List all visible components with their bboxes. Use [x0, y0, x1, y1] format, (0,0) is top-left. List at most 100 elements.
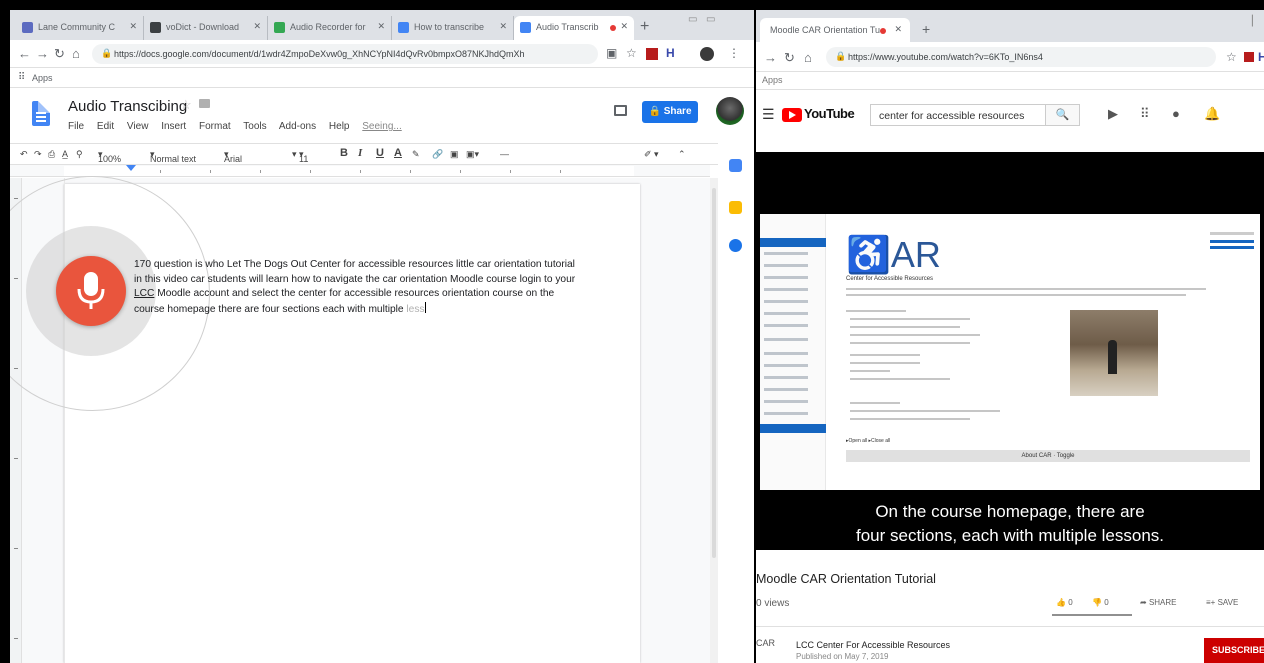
comment-add-icon[interactable]: ▣	[450, 149, 459, 160]
image-icon[interactable]: ▣▾	[466, 149, 479, 160]
tab-youtube-video[interactable]: Moodle CAR Orientation Tu ✕	[760, 18, 910, 42]
tab-audio-recorder[interactable]: Audio Recorder for ✕	[268, 16, 392, 40]
font-size-select[interactable]: ▾ 11 ▾	[292, 149, 308, 164]
profile-icon[interactable]	[700, 47, 714, 61]
text-color-button[interactable]: A	[394, 147, 402, 159]
window-control-icon[interactable]: ▏	[1252, 16, 1260, 27]
menu-kebab-icon[interactable]: ⋮	[728, 46, 740, 60]
subscribe-button[interactable]: SUBSCRIBE	[1204, 638, 1264, 663]
folder-icon[interactable]	[199, 99, 210, 108]
forward-icon[interactable]: →	[764, 50, 777, 65]
docs-favicon-icon	[520, 22, 531, 33]
hamburger-menu-icon[interactable]: ☰	[762, 106, 775, 123]
create-video-icon[interactable]: ▶	[1108, 106, 1118, 122]
comments-icon[interactable]	[614, 105, 627, 116]
style-select[interactable]: Normal text ▾	[150, 149, 196, 164]
indent-marker-icon[interactable]	[126, 165, 136, 171]
share-button[interactable]: ➦ SHARE	[1140, 598, 1177, 607]
tab-how-to-transcribe[interactable]: How to transcribe ✕	[392, 16, 514, 40]
youtube-logo-text[interactable]: YouTube	[804, 106, 855, 121]
italic-button[interactable]: I	[358, 147, 362, 159]
bookmark-star-icon[interactable]: ☆	[1226, 50, 1237, 64]
reload-icon[interactable]: ↻	[784, 50, 795, 66]
link-icon[interactable]: 🔗	[432, 149, 443, 160]
apps-bookmark[interactable]: Apps	[32, 73, 53, 83]
back-icon[interactable]: ←	[18, 46, 31, 61]
menu-insert[interactable]: Insert	[161, 121, 186, 132]
document-text[interactable]: 170 question is who Let The Dogs Out Cen…	[134, 258, 584, 317]
bookmark-star-icon[interactable]: ☆	[626, 46, 637, 60]
home-icon[interactable]: ⌂	[72, 46, 80, 61]
tab-audio-transcribing[interactable]: Audio Transcrib ✕	[514, 16, 634, 40]
apps-grid-icon[interactable]: ⠿	[1140, 106, 1150, 122]
close-icon[interactable]: ✕	[129, 21, 137, 32]
calendar-icon[interactable]	[729, 159, 742, 172]
zoom-select[interactable]: 100% ▾	[98, 149, 121, 164]
tab-vodict[interactable]: voDict - Download ✕	[144, 16, 268, 40]
highlight-icon[interactable]: ✎	[412, 149, 420, 160]
document-title[interactable]: Audio Transcibing	[68, 98, 187, 115]
minimize-icon[interactable]: ▭	[688, 14, 697, 25]
menu-file[interactable]: File	[68, 121, 84, 132]
menu-edit[interactable]: Edit	[97, 121, 114, 132]
home-icon[interactable]: ⌂	[804, 50, 812, 65]
underline-button[interactable]: U	[376, 147, 384, 159]
address-bar[interactable]: 🔒 https://www.youtube.com/watch?v=6KTo_I…	[826, 47, 1216, 67]
cast-icon[interactable]: ▣	[606, 46, 617, 60]
redo-icon[interactable]: ↷	[34, 149, 42, 160]
collapse-toolbar-icon[interactable]: ⌃	[678, 149, 686, 160]
menu-addons[interactable]: Add-ons	[279, 121, 316, 132]
save-button[interactable]: ≡+ SAVE	[1206, 598, 1238, 607]
spellcheck-icon[interactable]: A̲	[62, 149, 68, 159]
undo-icon[interactable]: ↶	[20, 149, 28, 160]
search-input[interactable]: center for accessible resources	[870, 104, 1046, 126]
like-button[interactable]: 👍 0	[1056, 598, 1073, 607]
menu-view[interactable]: View	[127, 121, 149, 132]
close-icon[interactable]: ✕	[499, 21, 507, 32]
youtube-logo-icon[interactable]	[782, 108, 802, 122]
editing-mode-icon[interactable]: ✐ ▾	[644, 149, 659, 160]
new-tab-button[interactable]: +	[640, 18, 649, 36]
voice-typing-button[interactable]	[56, 256, 126, 326]
browser-toolbar: → ↻ ⌂ 🔒 https://www.youtube.com/watch?v=…	[756, 42, 1264, 72]
restore-icon[interactable]: ▭	[706, 14, 715, 25]
extension-h-icon[interactable]: H	[1258, 50, 1264, 64]
apps-bookmark[interactable]: Apps	[762, 75, 783, 85]
docs-logo-icon[interactable]	[32, 101, 50, 126]
reload-icon[interactable]: ↻	[54, 46, 65, 62]
close-icon[interactable]: ✕	[620, 21, 628, 32]
keep-icon[interactable]	[729, 201, 742, 214]
last-edit-status[interactable]: Seeing...	[362, 121, 401, 132]
tab-lane-community[interactable]: Lane Community C ✕	[16, 16, 144, 40]
menu-help[interactable]: Help	[329, 121, 350, 132]
messages-icon[interactable]: ●	[1172, 106, 1180, 121]
new-tab-button[interactable]: +	[922, 21, 930, 37]
forward-icon[interactable]: →	[36, 46, 49, 61]
extension-red-icon[interactable]	[1244, 52, 1254, 62]
extension-h-icon[interactable]: H	[666, 46, 675, 60]
menu-tools[interactable]: Tools	[243, 121, 266, 132]
print-icon[interactable]: ⎙	[48, 149, 55, 160]
share-button[interactable]: 🔒 Share	[642, 101, 698, 123]
document-scrollbar[interactable]	[710, 178, 718, 663]
bold-button[interactable]: B	[340, 147, 348, 159]
menu-format[interactable]: Format	[199, 121, 231, 132]
search-button[interactable]: 🔍	[1046, 104, 1080, 126]
extension-red-icon[interactable]	[646, 48, 658, 60]
avatar[interactable]	[716, 97, 744, 125]
docs-menu-bar: File Edit View Insert Format Tools Add-o…	[68, 121, 412, 132]
paint-format-icon[interactable]: ⚲	[76, 149, 83, 160]
apps-grid-icon[interactable]: ⠿	[18, 72, 25, 83]
channel-avatar[interactable]: CAR	[756, 638, 775, 648]
address-bar[interactable]: 🔒 https://docs.google.com/document/d/1wd…	[92, 44, 598, 64]
notifications-bell-icon[interactable]: 🔔	[1204, 106, 1220, 122]
video-player[interactable]: ♿AR Center for Accessible Resources ▸Ope…	[756, 152, 1264, 550]
close-icon[interactable]: ✕	[894, 24, 902, 35]
close-icon[interactable]: ✕	[377, 21, 385, 32]
channel-name[interactable]: LCC Center For Accessible Resources	[796, 640, 950, 650]
dislike-button[interactable]: 👎 0	[1092, 598, 1109, 607]
close-icon[interactable]: ✕	[253, 21, 261, 32]
star-icon[interactable]: ☆	[180, 97, 192, 113]
tasks-icon[interactable]	[729, 239, 742, 252]
font-select[interactable]: Arial ▾	[224, 149, 242, 164]
